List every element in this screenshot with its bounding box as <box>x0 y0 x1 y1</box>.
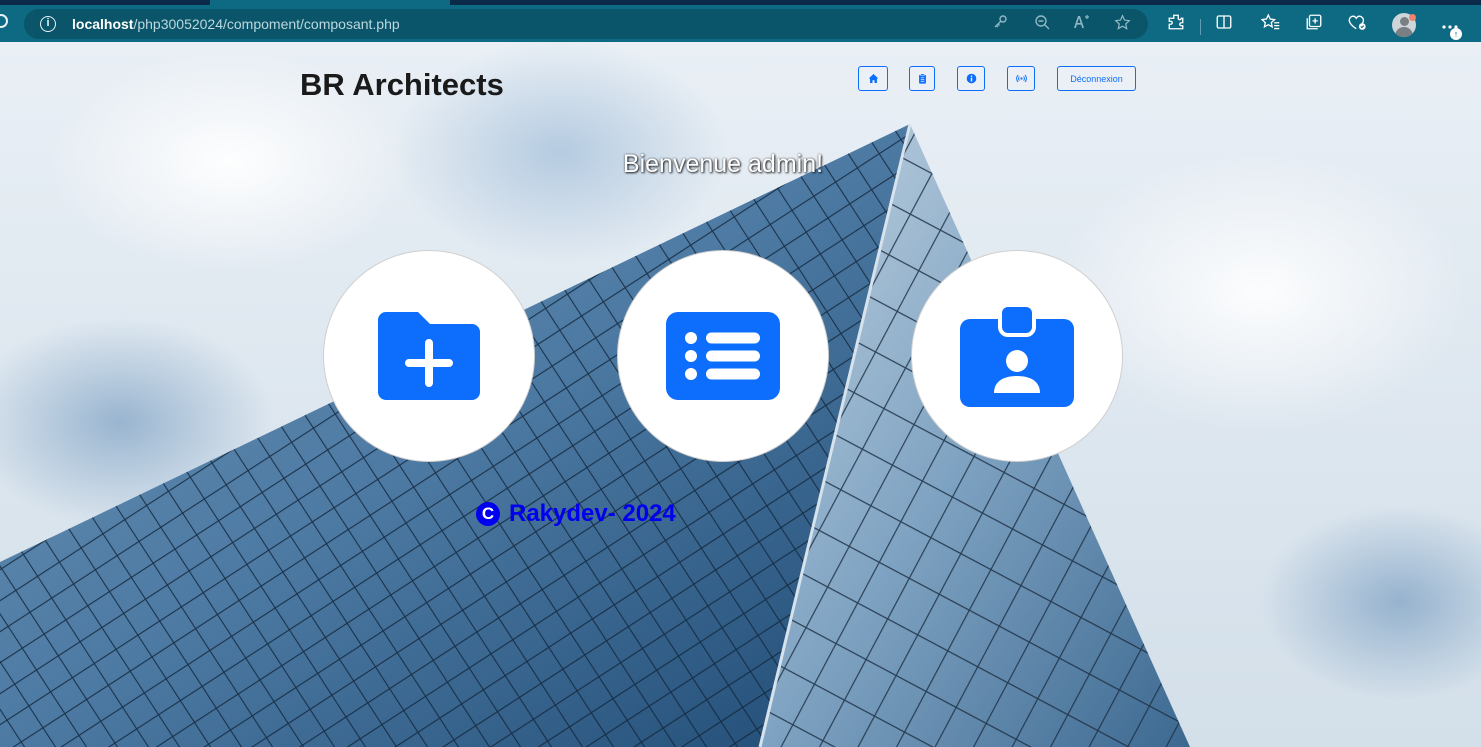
favorites-icon[interactable] <box>1258 13 1282 37</box>
logout-button[interactable]: Déconnexion <box>1057 66 1136 91</box>
info-icon <box>966 73 976 84</box>
toolbar-divider <box>1200 19 1201 35</box>
address-bar[interactable]: i localhost/php30052024/compoment/compos… <box>24 9 1148 39</box>
brand-title: BR Architects <box>300 67 504 102</box>
browser-essentials-icon[interactable] <box>1345 13 1369 37</box>
nav-clipboard-button[interactable] <box>909 66 935 91</box>
password-key-icon[interactable] <box>990 14 1010 34</box>
collections-icon[interactable] <box>1302 13 1326 37</box>
nav-info-button[interactable] <box>957 66 985 91</box>
person-badge-icon <box>960 305 1074 407</box>
update-arrow-icon: ↑ <box>1450 28 1462 40</box>
add-folder-card[interactable] <box>323 250 535 462</box>
avatar-head <box>1400 17 1409 26</box>
browser-toolbar: i localhost/php30052024/compoment/compos… <box>0 5 1481 42</box>
logout-label: Déconnexion <box>1070 73 1123 84</box>
page-background: BR Architects Déconnexion Bienvenue admi… <box>0 42 1481 747</box>
avatar-body <box>1395 27 1413 37</box>
profile-notification-dot <box>1409 14 1416 21</box>
favorite-star-icon[interactable] <box>1112 14 1132 34</box>
nav-home-button[interactable] <box>858 66 888 91</box>
extensions-icon[interactable] <box>1164 13 1188 37</box>
reload-icon[interactable] <box>0 14 8 28</box>
folder-plus-icon <box>378 312 480 400</box>
url-path: /php30052024/compoment/composant.php <box>133 16 400 32</box>
home-icon <box>868 74 878 83</box>
copyright-icon: C <box>476 502 500 526</box>
nav-broadcast-button[interactable] <box>1007 66 1035 91</box>
list-icon <box>666 312 780 400</box>
url-text[interactable]: localhost/php30052024/compoment/composan… <box>72 16 400 32</box>
site-info-icon[interactable]: i <box>40 16 56 32</box>
welcome-message: Bienvenue admin! <box>622 150 824 178</box>
url-host: localhost <box>72 16 134 32</box>
footer-copyright: C Rakydev- 2024 <box>476 500 676 528</box>
profile-badge-card[interactable] <box>911 250 1123 462</box>
zoom-out-icon[interactable] <box>1032 14 1052 34</box>
footer-text: Rakydev- 2024 <box>509 500 676 527</box>
clipboard-icon <box>918 73 926 84</box>
read-aloud-icon[interactable] <box>1072 14 1092 34</box>
split-screen-icon[interactable] <box>1212 13 1236 37</box>
broadcast-icon <box>1015 74 1027 83</box>
list-card[interactable] <box>617 250 829 462</box>
